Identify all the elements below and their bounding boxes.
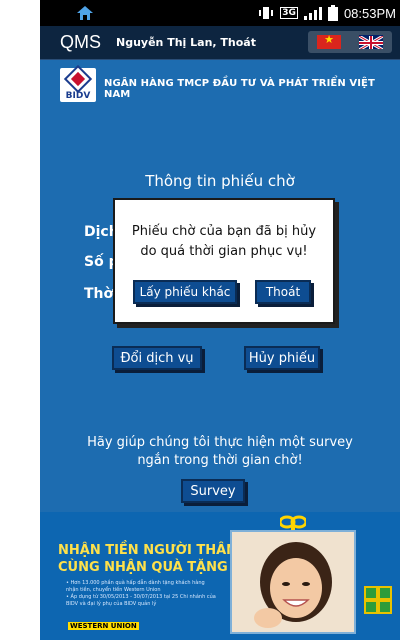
english-flag-icon[interactable] <box>359 35 383 49</box>
bidv-logo-text: BIDV <box>65 91 91 101</box>
vietnamese-flag-icon[interactable]: ★ <box>317 35 341 49</box>
vibrate-icon <box>259 7 274 19</box>
wait-time-label: Thờ <box>84 286 114 302</box>
get-new-ticket-button[interactable]: Lấy phiếu khác <box>133 280 237 304</box>
ticket-expired-dialog: Phiếu chờ của bạn đã bị hủy do quá thời … <box>113 198 335 324</box>
phone-screen: 3G 08:53PM QMS Nguyễn Thị Lan, Thoát ★ B… <box>40 0 400 640</box>
ad-headline: NHẬN TIỀN NGƯỜI THÂN, CÙNG NHẬN QUÀ TẶNG <box>58 542 242 576</box>
user-name: Nguyễn Thị Lan, Thoát <box>116 36 256 49</box>
status-icons: 3G 08:53PM <box>258 4 396 22</box>
status-bar: 3G 08:53PM <box>40 0 400 26</box>
signal-icon <box>303 7 322 20</box>
bank-banner: BIDV NGÂN HÀNG TMCP ĐẦU TƯ VÀ PHÁT TRIỂN… <box>40 60 400 108</box>
network-type-icon: 3G <box>280 7 298 19</box>
gift-box-icon <box>364 586 392 614</box>
dialog-message-line1: Phiếu chờ của bạn đã bị hủy <box>131 224 317 239</box>
ad-bullet-2: • Áp dụng từ 30/05/2013 - 30/07/2013 tại… <box>66 594 216 607</box>
ticket-info-title: Thông tin phiếu chờ <box>145 172 295 190</box>
bidv-logo: BIDV <box>60 64 96 102</box>
survey-prompt-line2: ngắn trong thời gian chờ! <box>137 453 303 468</box>
app-title: QMS <box>60 32 102 52</box>
bidv-logo-mark <box>63 64 93 94</box>
ad-headline-line1: NHẬN TIỀN NGƯỜI THÂN, <box>58 543 242 558</box>
ad-headline-line2: CÙNG NHẬN QUÀ TẶNG <box>58 560 228 575</box>
ad-details: • Hơn 13.000 phần quà hấp dẫn dành tặng … <box>66 580 216 608</box>
bank-name: NGÂN HÀNG TMCP ĐẦU TƯ VÀ PHÁT TRIỂN VIỆT… <box>104 78 375 100</box>
dialog-message: Phiếu chờ của bạn đã bị hủy do quá thời … <box>115 222 333 262</box>
survey-button[interactable]: Survey <box>181 479 245 503</box>
child-illustration <box>254 542 332 628</box>
home-icon[interactable] <box>76 5 94 21</box>
ad-bullet-1: • Hơn 13.000 phần quà hấp dẫn dành tặng … <box>66 580 205 593</box>
dialog-message-line2: do quá thời gian phục vụ! <box>140 244 308 259</box>
ad-child-photo <box>230 530 356 634</box>
battery-icon <box>327 5 338 21</box>
change-service-button[interactable]: Đổi dịch vụ <box>112 346 202 370</box>
exit-button[interactable]: Thoát <box>255 280 311 304</box>
survey-prompt-line1: Hãy giúp chúng tôi thực hiện một survey <box>87 435 353 450</box>
language-switcher: ★ <box>308 31 392 53</box>
western-union-ad-banner[interactable]: NHẬN TIỀN NGƯỜI THÂN, CÙNG NHẬN QUÀ TẶNG… <box>40 512 400 640</box>
survey-prompt: Hãy giúp chúng tôi thực hiện một survey … <box>40 434 400 470</box>
western-union-logo: WESTERN UNION <box>68 622 139 630</box>
clock: 08:53PM <box>343 5 396 21</box>
cancel-ticket-button[interactable]: Hủy phiếu <box>244 346 320 370</box>
app-header: QMS Nguyễn Thị Lan, Thoát ★ <box>40 26 400 60</box>
